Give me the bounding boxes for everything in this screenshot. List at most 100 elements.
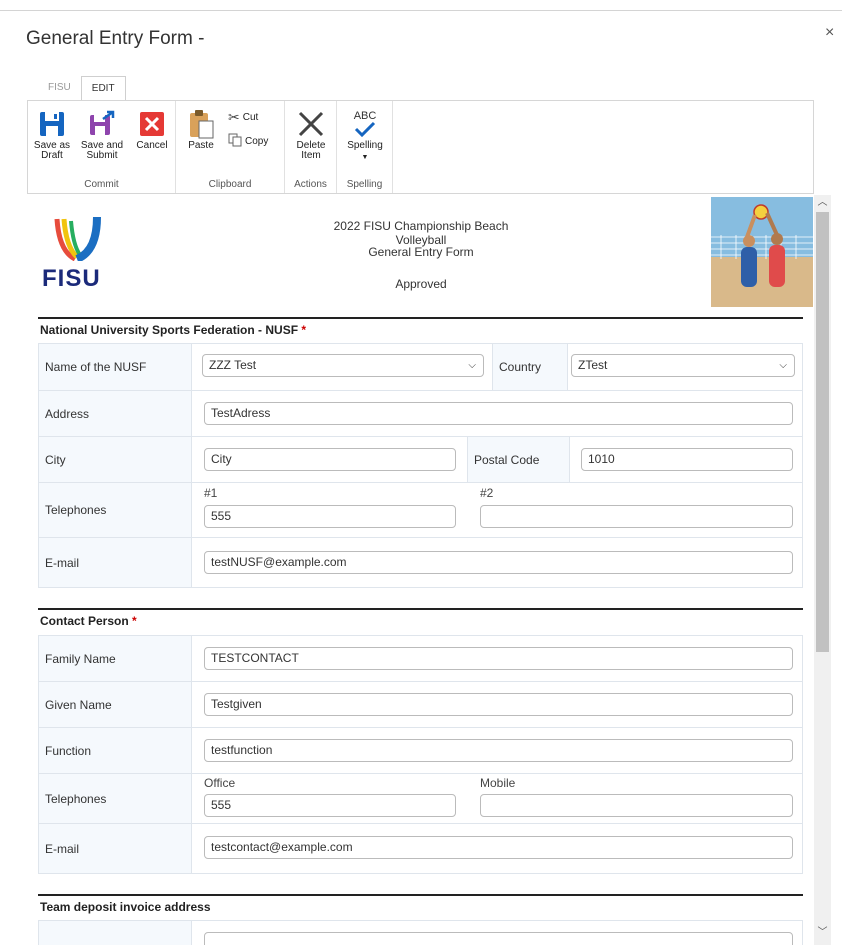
form-status: Approved [395,277,447,291]
contact-email-row: E-mail testcontact@example.com [38,824,803,874]
delete-item-label: Delete Item [296,140,326,161]
contact-telephones-label: Telephones [39,774,192,823]
contact-grid: Family Name TESTCONTACT Given Name Testg… [38,635,803,874]
postal-code-input[interactable]: 1010 [581,448,793,471]
postal-code-label: Postal Code [467,437,570,482]
function-input[interactable]: testfunction [204,739,793,762]
cancel-button[interactable]: Cancel [132,107,172,151]
address-input[interactable]: TestAdress [204,402,793,425]
invoice-row-label [39,921,192,945]
city-label: City [39,437,192,482]
cut-button[interactable]: ✂ Cut [228,109,258,126]
chevron-down-icon: ⌵ [779,360,787,371]
invoice-row [38,921,803,945]
invoice-input[interactable] [204,932,793,945]
beach-volleyball-photo [711,197,813,307]
contact-email-input[interactable]: testcontact@example.com [204,836,793,859]
commit-group: Save as Draft Save and Submit Cancel Com… [28,101,176,193]
family-name-input[interactable]: TESTCONTACT [204,647,793,670]
clipboard-group-label: Clipboard [208,179,252,190]
city-row: City City Postal Code 1010 [38,437,803,483]
ribbon: Save as Draft Save and Submit Cancel Com… [27,100,814,194]
given-name-input[interactable]: Testgiven [204,693,793,716]
city-input[interactable]: City [204,448,456,471]
tab-fisu[interactable]: FISU [38,76,81,101]
scroll-up-icon[interactable]: ︿ [814,195,831,211]
family-name-row: Family Name TESTCONTACT [38,636,803,682]
fisu-logo-mark [54,216,101,263]
abc-text: ABC [353,110,377,122]
given-name-row: Given Name Testgiven [38,682,803,728]
actions-group-label: Actions [294,179,327,190]
tab-edit[interactable]: EDIT [80,76,126,101]
function-row: Function testfunction [38,728,803,774]
required-marker: * [132,614,137,628]
dialog-title: General Entry Form - [26,28,205,49]
contact-section-title-text: Contact Person [40,614,129,628]
address-row: Address TestAdress [38,391,803,437]
cancel-icon [132,107,172,141]
country-select[interactable]: ZTest ⌵ [571,354,795,377]
given-name-label: Given Name [39,682,192,727]
actions-group: Delete Item Actions [285,101,337,193]
cancel-label: Cancel [136,140,168,151]
spelling-label: Spelling [347,140,383,151]
ribbon-tabs: FISU EDIT [38,76,126,101]
nusf-email-row: E-mail testNUSF@example.com [38,538,803,588]
contact-email-label: E-mail [39,824,192,873]
function-label: Function [39,728,192,773]
spelling-check-icon: ABC [341,107,389,141]
scroll-down-icon[interactable]: ﹀ [814,925,831,941]
close-icon[interactable]: × [825,24,834,42]
office-input[interactable]: 555 [204,794,456,817]
tel1-input[interactable]: 555 [204,505,456,528]
nusf-email-input[interactable]: testNUSF@example.com [204,551,793,574]
clipboard-group: Paste ✂ Cut Copy Clipboard [176,101,285,193]
form-scroll-area: FISU 2022 FISU Championship Beach Volley… [27,195,813,945]
scrollbar[interactable]: ︿ ﹀ [814,195,831,945]
save-and-submit-button[interactable]: Save and Submit [76,107,128,161]
nusf-section-rule [38,317,803,319]
country-label: Country [492,344,568,390]
floppy-disk-icon [32,107,72,141]
nusf-name-select[interactable]: ZZZ Test ⌵ [202,354,484,377]
invoice-grid [38,920,803,945]
top-divider [0,10,842,11]
mobile-label: Mobile [480,776,516,790]
chevron-down-icon: ⌵ [468,360,476,371]
delete-item-button[interactable]: Delete Item [289,107,333,161]
commit-group-label: Commit [84,179,119,190]
paste-label: Paste [188,140,214,151]
nusf-grid: Name of the NUSF ZZZ Test ⌵ Country ZTes… [38,343,803,588]
invoice-section-title: Team deposit invoice address [40,900,211,914]
contact-section-rule [38,608,803,610]
fisu-logo [53,215,101,266]
cut-label: Cut [242,112,259,123]
form-name: General Entry Form [368,245,474,259]
spelling-group: ABC Spelling ▼ Spelling [337,101,393,193]
spelling-group-label: Spelling [346,179,383,190]
nusf-section-title-text: National University Sports Federation - … [40,323,299,337]
tel2-input[interactable] [480,505,793,528]
save-as-draft-button[interactable]: Save as Draft [32,107,72,161]
clipboard-icon [182,107,220,141]
contact-section-title: Contact Person * [40,614,137,628]
scissors-icon: ✂ [228,109,240,125]
scrollbar-thumb[interactable] [816,212,829,652]
copy-icon [228,133,242,150]
paste-button[interactable]: Paste [182,107,220,151]
copy-button[interactable]: Copy [228,133,268,150]
nusf-email-label: E-mail [39,538,192,587]
nusf-section-title: National University Sports Federation - … [40,323,306,337]
telephones-label: Telephones [39,483,192,537]
save-as-draft-label: Save as Draft [33,140,71,161]
spelling-button[interactable]: ABC Spelling ▼ [341,107,389,163]
contact-telephones-row: Telephones Office 555 Mobile [38,774,803,824]
copy-label: Copy [245,136,269,147]
tel1-label: #1 [204,486,218,500]
mobile-input[interactable] [480,794,793,817]
office-label: Office [204,776,236,790]
telephones-row: Telephones #1 555 #2 [38,483,803,538]
address-label: Address [39,391,192,436]
nusf-name-label: Name of the NUSF [39,344,192,390]
